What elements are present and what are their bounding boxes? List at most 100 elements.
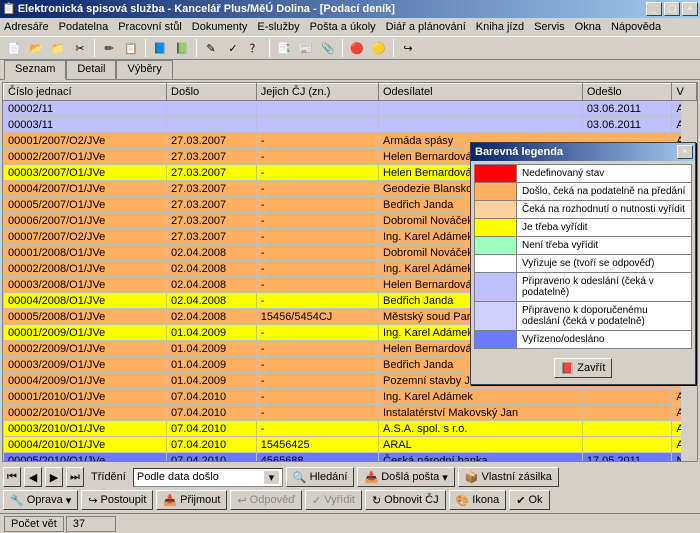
toolbar-btn[interactable]: 🟡 [369, 38, 389, 58]
toolbar-btn[interactable]: 📋 [121, 38, 141, 58]
menu-item[interactable]: Servis [534, 21, 565, 33]
minimize-button[interactable]: _ [646, 2, 662, 16]
toolbar-btn[interactable]: 📄 [4, 38, 24, 58]
dialog-close-button[interactable]: 📕 Zavřít [554, 358, 613, 378]
legend-row: Čeká na rozhodnutí o nutnosti vyřídit [474, 201, 692, 219]
tab[interactable]: Výběry [116, 60, 172, 79]
cell: Instalatérství Makovský Jan [379, 405, 583, 421]
cell: Ing. Karel Adámek [379, 389, 583, 405]
cell: 00001/2009/O1/JVe [4, 325, 167, 341]
resolve-button[interactable]: ✓ Vyřídit [305, 490, 362, 510]
menu-item[interactable]: Podatelna [59, 21, 109, 33]
legend-text: Vyřizuje se (tvoří se odpověď) [517, 255, 691, 272]
edit-button[interactable]: 🔧 Oprava ▾ [3, 490, 78, 510]
cell: A.S.A. spol. s r.o. [379, 421, 583, 437]
toolbar-btn[interactable]: 🔴 [347, 38, 367, 58]
cell: - [256, 277, 378, 293]
cell: 00001/2010/O1/JVe [4, 389, 167, 405]
color-legend-dialog: Barevná legenda × Nedefinovaný stavDošlo… [470, 142, 696, 385]
cell [379, 101, 583, 117]
cell: 15456/5454CJ [256, 309, 378, 325]
toolbar-btn[interactable]: 📘 [150, 38, 170, 58]
nav-first-button[interactable]: ⏮ [3, 467, 21, 487]
own-item-button[interactable]: 📦 Vlastní zásilka [458, 467, 559, 487]
table-row[interactable]: 00002/2010/O1/JVe07.04.2010-Instalatérst… [4, 405, 697, 421]
close-button[interactable]: × [682, 2, 698, 16]
color-swatch [475, 183, 517, 200]
cell: 17.05.2011 [582, 453, 672, 463]
sort-combo[interactable]: Podle data došlo ▾ [133, 468, 283, 487]
toolbar-btn[interactable]: ？ [245, 38, 265, 58]
column-header[interactable]: V [672, 84, 697, 101]
menu-item[interactable]: Pošta a úkoly [310, 21, 376, 33]
menu-item[interactable]: Nápověda [611, 21, 661, 33]
reply-button[interactable]: ↩ Odpověď [230, 490, 302, 510]
color-swatch [475, 255, 517, 272]
cell: - [256, 357, 378, 373]
toolbar-btn[interactable]: ✏ [99, 38, 119, 58]
dialog-close-icon[interactable]: × [677, 145, 693, 159]
menu-item[interactable]: Adresáře [4, 21, 49, 33]
tab[interactable]: Detail [66, 60, 116, 79]
nav-last-button[interactable]: ⏭ [66, 467, 84, 487]
cell [582, 421, 672, 437]
refresh-button[interactable]: ↻ Obnovit ČJ [365, 490, 446, 510]
toolbar-btn[interactable]: 📗 [172, 38, 192, 58]
toolbar-btn[interactable]: ✓ [223, 38, 243, 58]
toolbar-btn[interactable]: 📂 [26, 38, 46, 58]
tab[interactable]: Seznam [4, 60, 66, 80]
search-button[interactable]: 🔍 Hledání [286, 467, 355, 487]
cell: - [256, 389, 378, 405]
toolbar-btn[interactable]: ✂ [70, 38, 90, 58]
table-row[interactable]: 00005/2010/O1/JVe07.04.20104565688Česká … [4, 453, 697, 463]
column-header[interactable]: Odesílatel [379, 84, 583, 101]
cell: 27.03.2007 [167, 149, 257, 165]
cell: 00003/2010/O1/JVe [4, 421, 167, 437]
table-row[interactable]: 00003/1103.06.2011A [4, 117, 697, 133]
toolbar-btn[interactable]: 📰 [296, 38, 316, 58]
column-header[interactable]: Odešlo [582, 84, 672, 101]
nav-next-button[interactable]: ▶ [45, 467, 63, 487]
maximize-button[interactable]: ▢ [664, 2, 680, 16]
cell: 02.04.2008 [167, 293, 257, 309]
menu-item[interactable]: Okna [575, 21, 601, 33]
legend-body: Nedefinovaný stavDošlo, čeká na podateln… [471, 161, 695, 352]
forward-button[interactable]: ↪ Postoupit [81, 490, 153, 510]
toolbar-btn[interactable]: ↪ [398, 38, 418, 58]
cell [582, 405, 672, 421]
menu-item[interactable]: E-služby [257, 21, 299, 33]
menu-item[interactable]: Diář a plánování [386, 21, 466, 33]
toolbar-btn[interactable]: 📑 [274, 38, 294, 58]
menu-item[interactable]: Dokumenty [192, 21, 248, 33]
table-row[interactable]: 00004/2010/O1/JVe07.04.201015456425ARALA [4, 437, 697, 453]
dialog-titlebar[interactable]: Barevná legenda × [471, 143, 695, 161]
cell [582, 437, 672, 453]
table-row[interactable]: 00003/2010/O1/JVe07.04.2010-A.S.A. spol.… [4, 421, 697, 437]
cell: 00005/2007/O1/JVe [4, 197, 167, 213]
incoming-mail-button[interactable]: 📥 Došlá pošta ▾ [357, 467, 454, 487]
column-header[interactable]: Došlo [167, 84, 257, 101]
grid-header-row[interactable]: Číslo jednacíDošloJejich ČJ (zn.)Odesíla… [4, 84, 697, 101]
cell: 00005/2008/O1/JVe [4, 309, 167, 325]
nav-prev-button[interactable]: ◀ [24, 467, 42, 487]
cell: 07.04.2010 [167, 405, 257, 421]
column-header[interactable]: Číslo jednací [4, 84, 167, 101]
cell [256, 117, 378, 133]
toolbar-btn[interactable]: 📎 [318, 38, 338, 58]
ok-button[interactable]: ✔ Ok [509, 490, 549, 510]
color-swatch [475, 201, 517, 218]
table-row[interactable]: 00002/1103.06.2011A [4, 101, 697, 117]
cell: 15456425 [256, 437, 378, 453]
toolbar-btn[interactable]: 📁 [48, 38, 68, 58]
legend-text: Došlo, čeká na podatelně na předání [517, 183, 691, 200]
legend-text: Vyřízeno/odesláno [517, 331, 691, 348]
toolbar-btn[interactable]: ✎ [201, 38, 221, 58]
menu-item[interactable]: Kniha jízd [476, 21, 524, 33]
menu-item[interactable]: Pracovní stůl [118, 21, 182, 33]
column-header[interactable]: Jejich ČJ (zn.) [256, 84, 378, 101]
cell: 07.04.2010 [167, 437, 257, 453]
icon-button[interactable]: 🎨 Ikona [449, 490, 507, 510]
table-row[interactable]: 00001/2010/O1/JVe07.04.2010-Ing. Karel A… [4, 389, 697, 405]
cell: 02.04.2008 [167, 261, 257, 277]
accept-button[interactable]: 📥 Přijmout [156, 490, 227, 510]
